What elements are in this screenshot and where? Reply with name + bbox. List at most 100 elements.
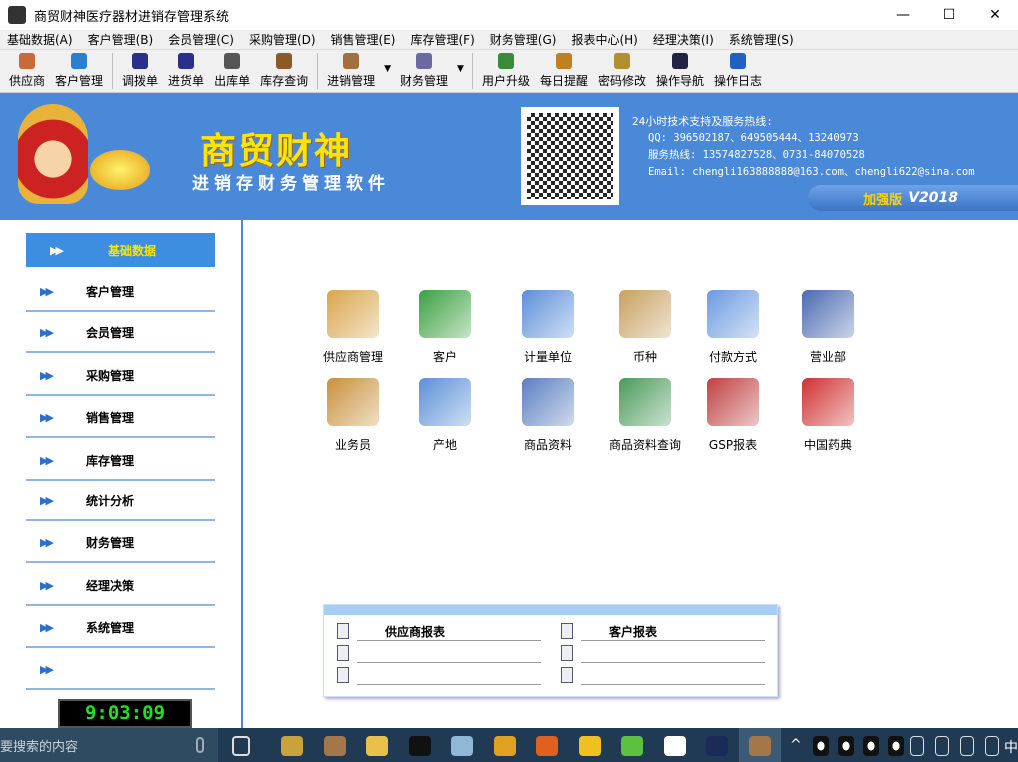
module-label: 营业部 xyxy=(809,350,846,364)
sidebar-item[interactable]: ▶▶ 财务管理 xyxy=(26,523,215,563)
module-origin-folder[interactable]: 产地 xyxy=(395,378,495,453)
toolbar-icon xyxy=(672,53,689,69)
toolbar-button[interactable]: 库存查询 xyxy=(255,53,313,92)
maximize-button[interactable]: ☐ xyxy=(926,0,972,30)
module-currency-clipboard[interactable]: 币种 xyxy=(595,290,695,365)
dropdown-arrow-icon[interactable]: ▼ xyxy=(457,64,464,74)
taskbar-app-icon[interactable] xyxy=(493,736,516,756)
dropdown-arrow-icon[interactable]: ▼ xyxy=(384,64,391,74)
toolbar-button[interactable]: 操作日志 xyxy=(709,53,767,92)
module-goods-folder[interactable]: 商品资料 xyxy=(498,378,598,453)
menu-item[interactable]: 库存管理(F) xyxy=(404,31,483,48)
taskbar-app-icon[interactable] xyxy=(408,736,431,756)
taskbar-app-icon[interactable] xyxy=(323,736,346,756)
sidebar-item[interactable]: ▶▶ 客户管理 xyxy=(26,272,215,312)
report-link[interactable] xyxy=(561,643,765,663)
sidebar-item[interactable]: ▶▶ xyxy=(26,650,215,690)
taskbar-search[interactable]: 要搜索的内容 xyxy=(0,728,218,762)
sidebar-item-label: 统计分析 xyxy=(86,493,135,508)
menu-item[interactable]: 经理决策(I) xyxy=(646,31,722,48)
taskbar-app-icon[interactable] xyxy=(621,736,643,756)
report-link[interactable] xyxy=(337,643,541,663)
menu-item[interactable]: 销售管理(E) xyxy=(324,31,404,48)
taskbar-app-icon[interactable] xyxy=(451,736,473,756)
battery-icon[interactable] xyxy=(935,736,949,756)
module-payment-folder[interactable]: 付款方式 xyxy=(683,290,783,365)
menu-item[interactable]: 基础数据(A) xyxy=(0,31,81,48)
toolbar-button[interactable]: 每日提醒 xyxy=(535,53,593,92)
module-branch-folder[interactable]: 营业部 xyxy=(778,290,878,365)
support-info: 24小时技术支持及服务热线: QQ: 396502187、649505444、1… xyxy=(632,113,975,181)
module-pharmacopoeia[interactable]: 中国药典 xyxy=(778,378,878,453)
menu-item[interactable]: 系统管理(S) xyxy=(722,31,802,48)
origin-folder-icon xyxy=(419,378,471,426)
module-label: 产地 xyxy=(432,438,457,452)
module-goods-query[interactable]: 商品资料查询 xyxy=(595,378,695,453)
taskbar-app-icon[interactable] xyxy=(366,736,388,756)
minimize-button[interactable]: — xyxy=(880,0,926,30)
report-link[interactable] xyxy=(561,665,765,685)
report-link[interactable] xyxy=(337,665,541,685)
taskbar-app-icon[interactable] xyxy=(536,736,558,756)
menu-item[interactable]: 报表中心(H) xyxy=(564,31,645,48)
sidebar-item[interactable]: ▶▶ 销售管理 xyxy=(26,398,215,438)
shield-icon[interactable] xyxy=(985,736,999,756)
taskbar-app-icon[interactable] xyxy=(663,736,686,756)
module-supplier[interactable]: 供应商管理 xyxy=(303,290,403,365)
taskbar-app-icon[interactable] xyxy=(578,736,601,756)
toolbar-button[interactable]: 进货单 xyxy=(163,53,209,92)
toolbar-label: 财务管理 xyxy=(400,74,449,88)
toolbar-button[interactable]: 供应商 xyxy=(4,53,50,92)
toolbar-button[interactable]: 操作导航 xyxy=(651,53,709,92)
menu-item[interactable]: 客户管理(B) xyxy=(81,31,162,48)
qq-tray-icon[interactable] xyxy=(838,736,854,756)
sidebar-item-label: 系统管理 xyxy=(86,620,135,635)
module-label: 付款方式 xyxy=(708,350,757,364)
qq-tray-icon[interactable] xyxy=(813,736,829,756)
wifi-icon[interactable] xyxy=(960,736,974,756)
double-arrow-icon: ▶▶ xyxy=(40,578,54,592)
sidebar-item-label: 客户管理 xyxy=(86,284,135,299)
sidebar-item[interactable]: ▶▶ 采购管理 xyxy=(26,356,215,396)
sidebar-item[interactable]: ▶▶ 经理决策 xyxy=(26,566,215,606)
report-link[interactable]: 客户报表 xyxy=(561,621,765,641)
close-button[interactable]: ✕ xyxy=(972,0,1018,30)
toolbar-button[interactable]: 财务管理 xyxy=(395,53,453,92)
module-gsp-report[interactable]: GSP报表 xyxy=(683,378,783,453)
qq-tray-icon[interactable] xyxy=(888,736,904,756)
menu-item[interactable]: 采购管理(D) xyxy=(242,31,324,48)
toolbar-button[interactable]: 调拨单 xyxy=(117,53,163,92)
toolbar-button[interactable]: 密码修改 xyxy=(593,53,651,92)
sidebar-item[interactable]: ▶▶ 库存管理 xyxy=(26,441,215,481)
sidebar-item[interactable]: ▶▶ 基础数据 xyxy=(26,233,215,267)
sidebar-item[interactable]: ▶▶ 统计分析 xyxy=(26,481,215,521)
module-label: 业务员 xyxy=(334,438,371,452)
microphone-icon[interactable] xyxy=(196,737,204,753)
toolbar-button[interactable]: 用户升级 xyxy=(477,53,535,92)
report-link[interactable]: 供应商报表 xyxy=(337,621,541,641)
ime-indicator[interactable]: 中 xyxy=(1004,737,1018,757)
toolbar-button[interactable]: 出库单 xyxy=(209,53,255,92)
toolbar-button[interactable]: 客户管理 xyxy=(50,53,108,92)
double-arrow-icon: ▶▶ xyxy=(40,535,54,549)
sidebar-item-label: 基础数据 xyxy=(108,243,157,258)
task-view-icon[interactable] xyxy=(232,736,250,756)
support-email: Email: chengli163888888@163.com、chengli6… xyxy=(648,166,975,178)
toolbar-icon xyxy=(614,53,630,69)
menu-item[interactable]: 会员管理(C) xyxy=(161,31,242,48)
taskbar-app-icon[interactable] xyxy=(748,736,771,756)
menu-item[interactable]: 财务管理(G) xyxy=(483,31,565,48)
volume-icon[interactable] xyxy=(910,736,924,756)
toolbar-button[interactable]: 进销管理 xyxy=(322,53,380,92)
module-unit-folder[interactable]: 计量单位 xyxy=(498,290,598,365)
toolbar-separator xyxy=(112,53,114,89)
sidebar-item[interactable]: ▶▶ 会员管理 xyxy=(26,313,215,353)
sidebar-item[interactable]: ▶▶ 系统管理 xyxy=(26,608,215,648)
window-title: 商贸财神医疗器材进销存管理系统 xyxy=(34,9,230,25)
chevron-up-icon[interactable]: ^ xyxy=(790,737,802,753)
taskbar-app-icon[interactable] xyxy=(281,736,303,756)
taskbar-app-icon[interactable] xyxy=(706,736,728,756)
module-customer[interactable]: 客户 xyxy=(395,290,495,365)
module-salesman-folder[interactable]: 业务员 xyxy=(303,378,403,453)
qq-tray-icon[interactable] xyxy=(863,736,879,756)
